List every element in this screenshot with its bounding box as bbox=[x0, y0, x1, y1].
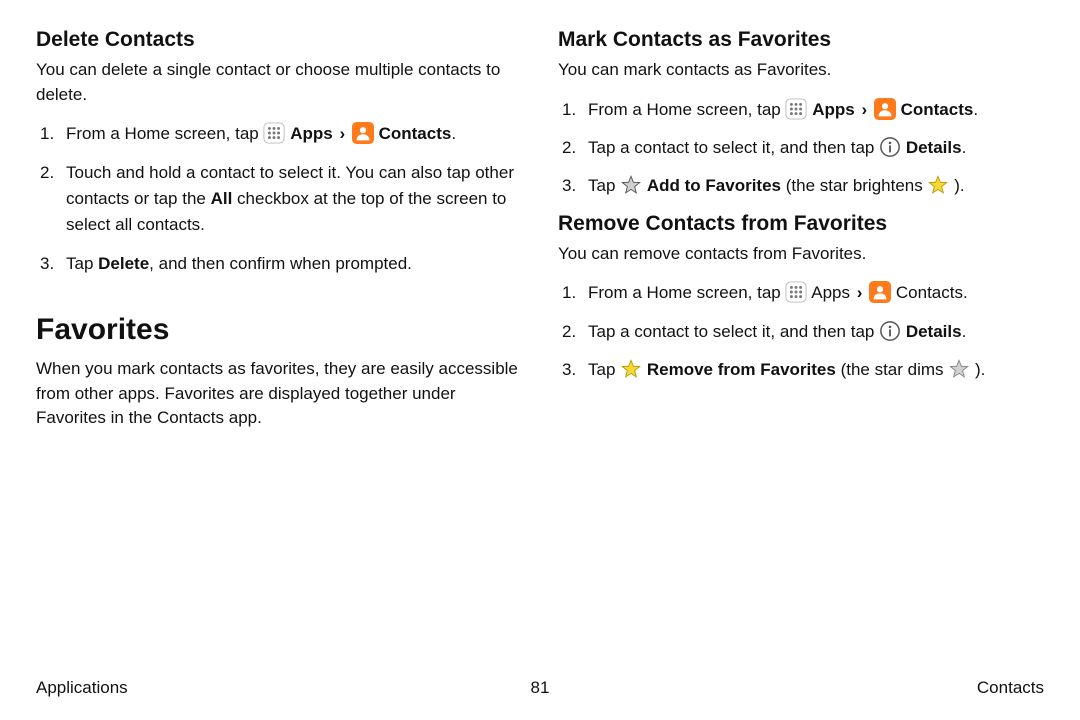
all-checkbox-label: All bbox=[211, 189, 233, 208]
mark-step-2: Tap a contact to select it, and then tap… bbox=[558, 135, 1044, 161]
contacts-app-icon bbox=[869, 281, 891, 303]
contacts-app-icon bbox=[874, 98, 896, 120]
remove-step-1: From a Home screen, tap Apps › Contacts. bbox=[558, 280, 1044, 306]
chevron-right-icon: › bbox=[855, 280, 865, 306]
steps-remove: From a Home screen, tap Apps › Contacts.… bbox=[558, 280, 1044, 383]
remove-favorites-label: Remove from Favorites bbox=[647, 360, 836, 379]
page-footer: Applications 81 Contacts bbox=[36, 678, 1044, 698]
apps-grid-icon bbox=[785, 281, 807, 303]
star-dim-icon bbox=[948, 358, 970, 380]
steps-mark: From a Home screen, tap Apps › Contacts.… bbox=[558, 97, 1044, 200]
delete-label: Delete bbox=[98, 254, 149, 273]
remove-step-2: Tap a contact to select it, and then tap… bbox=[558, 319, 1044, 345]
info-circle-icon bbox=[879, 320, 901, 342]
contacts-label: Contacts bbox=[379, 124, 452, 143]
remove-step-3: Tap Remove from Favorites (the star dims… bbox=[558, 357, 1044, 383]
apps-grid-icon bbox=[263, 122, 285, 144]
apps-label: Apps bbox=[290, 124, 333, 143]
info-circle-icon bbox=[879, 136, 901, 158]
mark-step-3: Tap Add to Favorites (the star brightens… bbox=[558, 173, 1044, 199]
steps-delete: From a Home screen, tap Apps › Contacts.… bbox=[36, 121, 522, 277]
chevron-right-icon: › bbox=[337, 121, 347, 147]
details-label: Details bbox=[906, 138, 962, 157]
heading-delete-contacts: Delete Contacts bbox=[36, 28, 522, 52]
footer-section-right: Contacts bbox=[977, 678, 1044, 698]
apps-label: Apps bbox=[811, 283, 850, 302]
apps-grid-icon bbox=[785, 98, 807, 120]
content-columns: Delete Contacts You can delete a single … bbox=[36, 28, 1044, 445]
delete-step-1: From a Home screen, tap Apps › Contacts. bbox=[36, 121, 522, 147]
details-label: Details bbox=[906, 322, 962, 341]
add-favorites-label: Add to Favorites bbox=[647, 176, 781, 195]
desc-delete-contacts: You can delete a single contact or choos… bbox=[36, 58, 522, 107]
right-column: Mark Contacts as Favorites You can mark … bbox=[558, 28, 1044, 445]
star-outline-icon bbox=[620, 174, 642, 196]
desc-favorites: When you mark contacts as favorites, the… bbox=[36, 357, 522, 431]
desc-mark-favorites: You can mark contacts as Favorites. bbox=[558, 58, 1044, 83]
apps-label: Apps bbox=[812, 100, 855, 119]
contacts-label: Contacts bbox=[896, 283, 963, 302]
contacts-label: Contacts bbox=[901, 100, 974, 119]
heading-favorites: Favorites bbox=[36, 313, 522, 347]
mark-step-1: From a Home screen, tap Apps › Contacts. bbox=[558, 97, 1044, 123]
footer-page-number: 81 bbox=[531, 678, 550, 698]
contacts-app-icon bbox=[352, 122, 374, 144]
chevron-right-icon: › bbox=[859, 97, 869, 123]
left-column: Delete Contacts You can delete a single … bbox=[36, 28, 522, 445]
delete-step-2: Touch and hold a contact to select it. Y… bbox=[36, 160, 522, 239]
heading-mark-favorites: Mark Contacts as Favorites bbox=[558, 28, 1044, 52]
star-bright-icon bbox=[620, 358, 642, 380]
heading-remove-favorites: Remove Contacts from Favorites bbox=[558, 212, 1044, 236]
delete-step-3: Tap Delete, and then confirm when prompt… bbox=[36, 251, 522, 277]
desc-remove-favorites: You can remove contacts from Favorites. bbox=[558, 242, 1044, 267]
footer-section-left: Applications bbox=[36, 678, 128, 698]
star-bright-icon bbox=[927, 174, 949, 196]
